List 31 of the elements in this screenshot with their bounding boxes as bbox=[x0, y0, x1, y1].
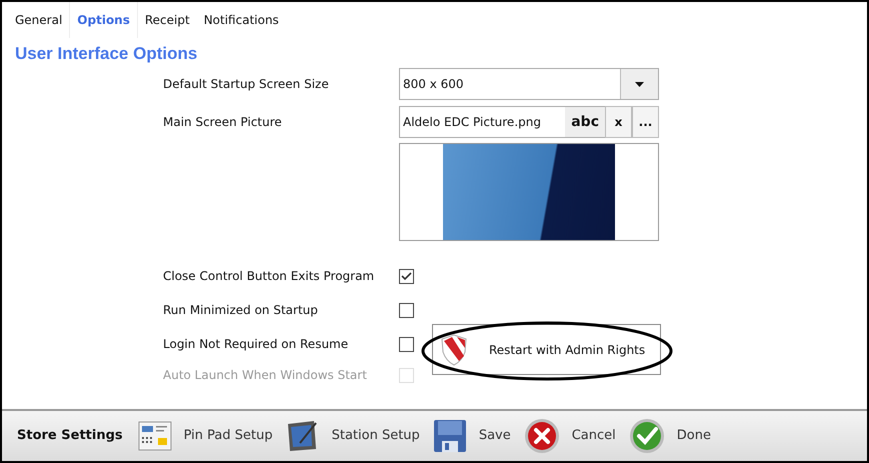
screen-size-dropdown[interactable]: 800 x 600 bbox=[399, 68, 659, 100]
picture-file-field[interactable]: Aldelo EDC Picture.png bbox=[399, 106, 566, 138]
toolbar-button[interactable]: Save bbox=[432, 419, 511, 453]
tab[interactable]: Notifications bbox=[196, 2, 286, 38]
keypad-icon bbox=[138, 421, 172, 451]
checkbox[interactable] bbox=[399, 302, 414, 318]
tab[interactable]: General bbox=[8, 2, 70, 38]
field-button[interactable]: abc bbox=[565, 106, 605, 138]
checkbox[interactable] bbox=[399, 268, 414, 284]
toolbar-button[interactable]: Cancel bbox=[524, 418, 616, 454]
field-label: Main Screen Picture bbox=[163, 114, 283, 131]
field-button[interactable]: x bbox=[605, 106, 632, 138]
field-button[interactable]: ... bbox=[632, 106, 659, 138]
dropdown-caret-icon bbox=[635, 82, 644, 86]
close-icon bbox=[524, 418, 560, 454]
tab[interactable]: Options bbox=[69, 2, 138, 38]
tab[interactable]: Receipt bbox=[138, 2, 197, 38]
toolbar-button[interactable]: Pin Pad Setup bbox=[138, 421, 273, 451]
section-heading: User Interface Options bbox=[15, 43, 198, 65]
toolbar-button[interactable]: Station Setup bbox=[286, 419, 420, 453]
shield-icon bbox=[441, 334, 467, 366]
restart-admin-button[interactable]: Restart with Admin Rights bbox=[432, 324, 661, 375]
checkmark-icon bbox=[628, 418, 665, 454]
option-label: Run Minimized on Startup bbox=[163, 302, 319, 319]
option-label: Close Control Button Exits Program bbox=[163, 268, 376, 285]
checkbox[interactable] bbox=[399, 336, 414, 352]
option-label: Auto Launch When Windows Start bbox=[163, 367, 368, 384]
field-label: Default Startup Screen Size bbox=[163, 76, 330, 93]
option-label: Login Not Required on Resume bbox=[163, 336, 350, 353]
toolbar-button[interactable]: Done bbox=[628, 418, 711, 454]
footer-title: Store Settings bbox=[17, 427, 123, 446]
